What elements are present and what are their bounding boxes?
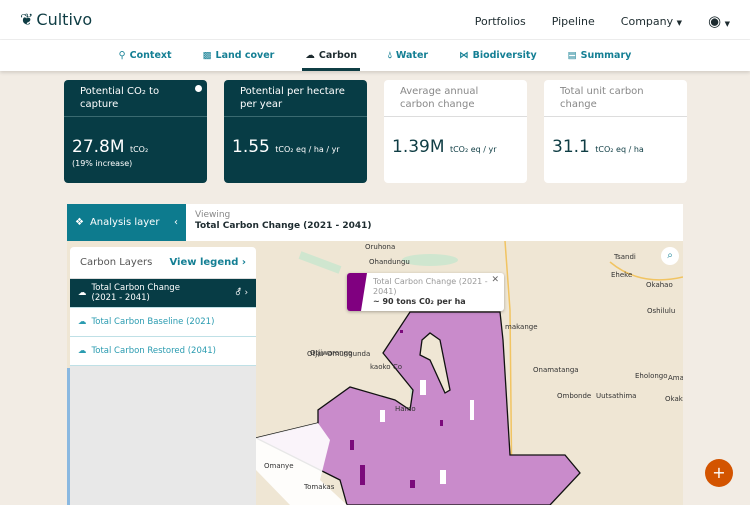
- map-label: Ombonde: [557, 392, 592, 400]
- view-legend-link[interactable]: View legend ›: [169, 257, 246, 268]
- leaf-icon: ❦: [20, 10, 34, 29]
- layers-icon: ❖: [75, 217, 84, 228]
- plus-icon: +: [712, 463, 726, 482]
- layer-item-baseline[interactable]: ☁ Total Carbon Baseline (2021): [70, 308, 256, 337]
- chevron-down-icon: ▼: [724, 20, 730, 28]
- nav-company[interactable]: Company ▼: [621, 15, 682, 28]
- tab-carbon[interactable]: ☁ Carbon: [302, 40, 360, 71]
- nav-pipeline[interactable]: Pipeline: [552, 15, 595, 28]
- map-label: Tsandi: [614, 253, 636, 261]
- map-label: kaoko Co: [370, 363, 402, 371]
- map-label: Otjiu: [307, 350, 324, 358]
- close-icon[interactable]: ✕: [491, 275, 499, 285]
- account-menu[interactable]: ◉ ▼: [708, 12, 730, 30]
- card-unit-change: Total unit carbon change 31.1 tCO₂ eq / …: [544, 80, 687, 183]
- map-label: makange: [505, 323, 538, 331]
- add-button[interactable]: +: [705, 459, 733, 487]
- card-annual-change: Average annual carbon change 1.39M tCO₂ …: [384, 80, 527, 183]
- map-label: Eholongo: [635, 372, 668, 380]
- tab-biodiversity[interactable]: ⋈ Biodiversity: [456, 40, 540, 71]
- map-label: Ohandungu: [369, 258, 410, 266]
- logo[interactable]: ❦ Cultivo: [20, 10, 92, 29]
- carbon-layers-panel: Carbon Layers View legend › ☁ Total Carbon…: [70, 247, 256, 505]
- tab-water[interactable]: 💧︎ Water: [385, 40, 431, 71]
- card-potential-co2: Potential CO₂ to capture 27.8M tCO₂ (19%…: [64, 80, 207, 183]
- map-label: Omanye: [264, 462, 294, 470]
- map-label: Hamo: [395, 405, 416, 413]
- chevron-right-icon: ›: [241, 257, 246, 268]
- map-label: Okake: [665, 395, 683, 403]
- map-label: Oshilulu: [647, 307, 676, 315]
- water-drop-icon: 💧︎: [388, 50, 392, 61]
- analysis-layer-toggle[interactable]: ❖ Analysis layer ‹: [67, 204, 186, 241]
- map-label: Onamatanga: [533, 366, 579, 374]
- settings-icon[interactable]: ⚦ ›: [235, 288, 248, 298]
- landscape-icon: ▩: [202, 50, 212, 61]
- map-label: Amar: [668, 374, 683, 382]
- co2-cloud-icon: ☁: [78, 288, 87, 298]
- map-label: Omungunda: [327, 350, 371, 358]
- nav-portfolios[interactable]: Portfolios: [475, 15, 526, 28]
- section-tabs: ⚲ Context ▩ Land cover ☁ Carbon 💧︎ Water ⋈ Bi…: [0, 40, 750, 71]
- map-search-icon[interactable]: ⌕: [661, 247, 679, 265]
- card-per-hectare: Potential per hectare per year 1.55 tCO₂…: [224, 80, 367, 183]
- map-label: Uutsathima: [596, 392, 637, 400]
- tab-summary[interactable]: ▤ Summary: [565, 40, 635, 71]
- map-pin-icon: ⚲: [118, 50, 126, 61]
- info-icon[interactable]: [195, 85, 202, 92]
- map-label: Eheke: [611, 271, 633, 279]
- map-label: Oruhona: [365, 243, 396, 251]
- viewing-bar: Viewing Total Carbon Change (2021 - 2041): [186, 204, 683, 241]
- tab-land-cover[interactable]: ▩ Land cover: [200, 40, 278, 71]
- chevron-left-icon: ‹: [174, 217, 178, 228]
- map-label: Okahao: [646, 281, 673, 289]
- map-popup: Total Carbon Change (2021 - 2041) ~ 90 t…: [347, 273, 504, 311]
- chevron-down-icon: ▼: [676, 18, 683, 27]
- color-swatch: [347, 273, 367, 311]
- tab-context[interactable]: ⚲ Context: [116, 40, 175, 71]
- user-icon: ◉: [708, 12, 722, 30]
- co2-cloud-icon: ☁: [78, 346, 87, 356]
- butterfly-icon: ⋈: [459, 50, 469, 61]
- layer-item-restored[interactable]: ☁ Total Carbon Restored (2041): [70, 337, 256, 366]
- layer-item-total-change[interactable]: ☁ Total Carbon Change (2021 - 2041) ⚦ ›: [70, 279, 256, 308]
- top-bar: ❦ Cultivo Portfolios Pipeline Company ▼ ◉…: [0, 0, 750, 40]
- cloud-icon: ☁: [305, 50, 315, 61]
- co2-cloud-icon: ☁: [78, 317, 87, 327]
- report-icon: ▤: [567, 50, 577, 61]
- map-label: Tomakas: [304, 483, 335, 491]
